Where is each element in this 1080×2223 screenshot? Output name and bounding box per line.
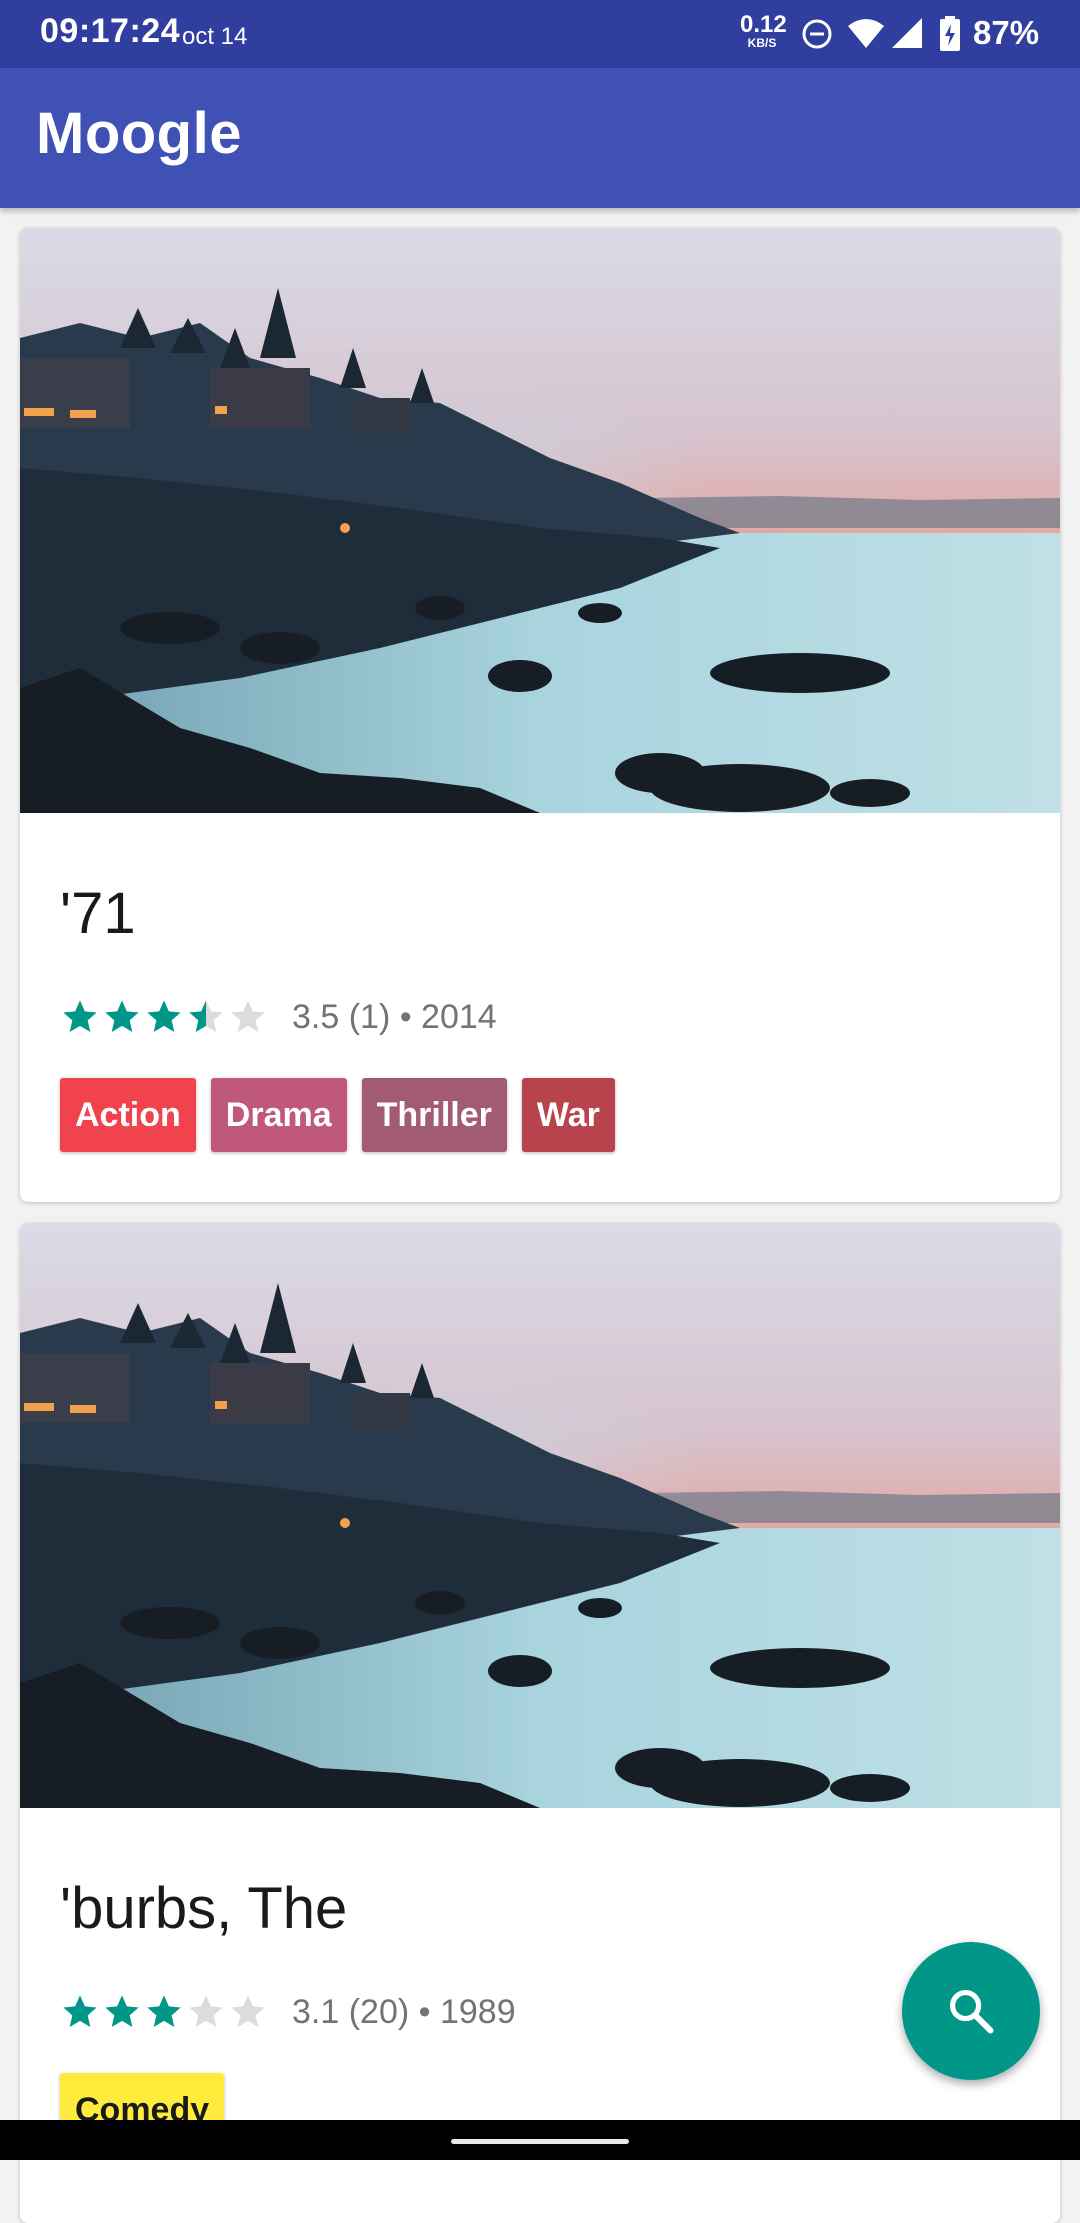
app-bar: Moogle: [0, 68, 1080, 208]
star-full-icon: [63, 1995, 97, 2027]
battery-level: 87%: [973, 14, 1040, 51]
star-empty-icon: [231, 1995, 265, 2027]
star-full-icon: [105, 1000, 139, 1032]
network-speed-value: 0.12: [740, 11, 787, 38]
movie-title: '71: [60, 881, 136, 946]
network-speed-unit: KB/S: [747, 36, 777, 50]
star-full-icon: [63, 1000, 97, 1032]
status-time: 09:17:24: [40, 12, 181, 50]
navigation-bar: [0, 2120, 1080, 2160]
star-half-icon: [189, 1000, 223, 1032]
battery-charging-icon: [940, 16, 960, 51]
movie-poster-image: [20, 1223, 1060, 1808]
star-full-icon: [147, 1000, 181, 1032]
dnd-icon: [802, 19, 832, 49]
app-title: Moogle: [36, 101, 242, 166]
movie-poster-image: [20, 228, 1060, 813]
movie-card[interactable]: '71 3.5 (1) • 2014 Action Drama Thriller…: [20, 228, 1060, 1202]
network-speed: 0.12 KB/S: [740, 11, 787, 51]
star-full-icon: [105, 1995, 139, 2027]
movie-title: 'burbs, The: [60, 1876, 348, 1941]
rating-meta: 3.1 (20) • 1989: [292, 1992, 516, 2031]
status-bar: 09:17:24 oct 14 0.12 KB/S 87%: [0, 0, 1080, 68]
search-fab[interactable]: [902, 1942, 1040, 2080]
rating-meta: 3.5 (1) • 2014: [292, 997, 497, 1036]
movie-card[interactable]: 'burbs, The 3.1 (20) • 1989 Comedy: [20, 1223, 1060, 2223]
genre-chip-drama[interactable]: Drama: [210, 1078, 347, 1152]
genre-list: Action Drama Thriller War: [60, 1078, 630, 1152]
genre-chip-action[interactable]: Action: [60, 1078, 196, 1152]
star-full-icon: [147, 1995, 181, 2027]
rating-row: 3.5 (1) • 2014: [60, 992, 497, 1042]
signal-icon: [892, 18, 922, 48]
wifi-icon: [848, 19, 884, 48]
home-gesture-handle[interactable]: [451, 2139, 629, 2144]
search-icon: [949, 1989, 994, 2034]
genre-chip-thriller[interactable]: Thriller: [361, 1078, 507, 1152]
rating-stars: [60, 997, 270, 1037]
rating-stars: [60, 1992, 270, 2032]
star-empty-icon: [231, 1000, 265, 1032]
rating-row: 3.1 (20) • 1989: [60, 1987, 516, 2037]
genre-chip-war[interactable]: War: [521, 1078, 615, 1152]
status-date: oct 14: [182, 23, 248, 50]
star-empty-icon: [189, 1995, 223, 2027]
